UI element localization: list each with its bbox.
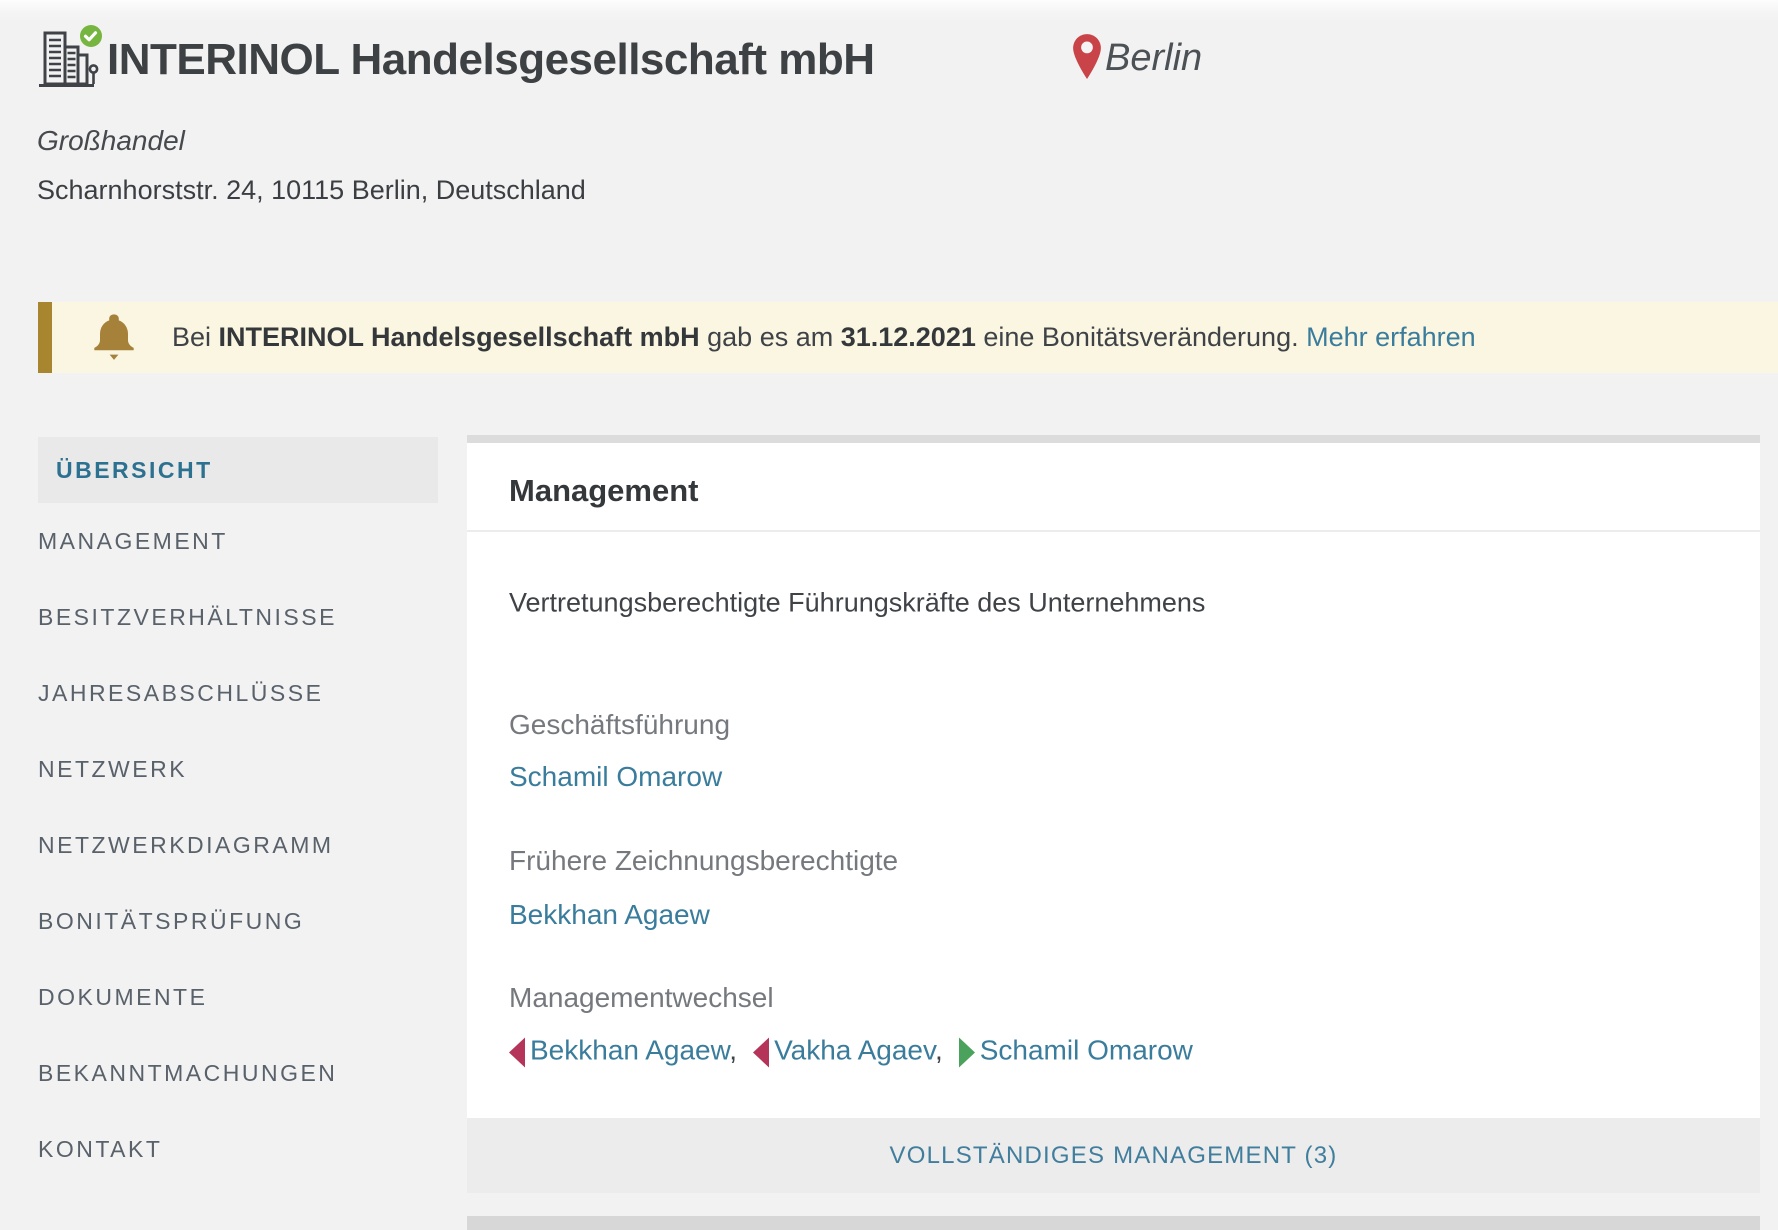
company-address: Scharnhorststr. 24, 10115 Berlin, Deutsc… [37, 170, 586, 210]
management-change-row: Bekkhan Agaew,Vakha Agaev,Schamil Omarow [509, 1035, 1193, 1068]
person-link[interactable]: Bekkhan Agaew [530, 1035, 729, 1066]
left-arrow-out-icon [753, 1038, 769, 1068]
location-link[interactable]: Berlin [1105, 30, 1202, 86]
sidebar-item-jahresabschlüsse[interactable]: JAHRESABSCHLÜSSE [38, 655, 438, 731]
company-location: Berlin [1072, 30, 1202, 86]
management-intro: Vertretungsberechtigte Führungskräfte de… [509, 588, 1205, 619]
map-pin-icon [1072, 33, 1102, 80]
building-with-check-icon [36, 24, 104, 92]
separator-comma: , [729, 1035, 737, 1066]
left-arrow-out-icon [509, 1038, 525, 1068]
sidebar-item-besitzverhältnisse[interactable]: BESITZVERHÄLTNISSE [38, 579, 438, 655]
bell-icon [93, 312, 135, 364]
alert-date: 31.12.2021 [841, 322, 976, 352]
sidebar-item-netzwerkdiagramm[interactable]: NETZWERKDIAGRAMM [38, 807, 438, 883]
alert-company-name: INTERINOL Handelsgesellschaft mbH [219, 322, 700, 352]
top-fade-strip [0, 0, 1778, 22]
card-header: Management [467, 443, 1760, 532]
person-link[interactable]: Vakha Agaev [774, 1035, 935, 1066]
alert-text-middle: gab es am [700, 322, 841, 352]
right-arrow-in-icon [959, 1038, 975, 1068]
company-industry: Großhandel [37, 121, 185, 161]
separator-comma: , [935, 1035, 943, 1066]
sidebar-item-dokumente[interactable]: DOKUMENTE [38, 959, 438, 1035]
person-link[interactable]: Schamil Omarow [980, 1035, 1193, 1066]
section-heading-geschaeftsfuehrung: Geschäftsführung [509, 709, 730, 741]
person-link[interactable]: Schamil Omarow [509, 761, 722, 793]
sidebar-item-netzwerk[interactable]: NETZWERK [38, 731, 438, 807]
sidebar-item-bekanntmachungen[interactable]: BEKANNTMACHUNGEN [38, 1035, 438, 1111]
full-management-button[interactable]: VOLLSTÄNDIGES MANAGEMENT (3) [467, 1118, 1760, 1193]
management-card: Management Vertretungsberechtigte Führun… [467, 435, 1760, 1193]
sidebar-nav: ÜBERSICHTMANAGEMENTBESITZVERHÄLTNISSEJAH… [38, 437, 438, 1187]
alert-text: Bei INTERINOL Handelsgesellschaft mbH ga… [172, 322, 1476, 353]
person-link[interactable]: Bekkhan Agaew [509, 899, 710, 931]
section-heading-fruehere-zeichnungsberechtigte: Frühere Zeichnungsberechtigte [509, 845, 898, 877]
card-title: Management [509, 473, 698, 509]
sidebar-item-management[interactable]: MANAGEMENT [38, 503, 438, 579]
credit-change-alert-banner: Bei INTERINOL Handelsgesellschaft mbH ga… [38, 302, 1778, 373]
next-section-strip [467, 1216, 1760, 1230]
sidebar-item-übersicht[interactable]: ÜBERSICHT [38, 437, 438, 503]
alert-text-suffix: eine Bonitätsveränderung. [976, 322, 1306, 352]
learn-more-link[interactable]: Mehr erfahren [1306, 322, 1476, 352]
sidebar-item-kontakt[interactable]: KONTAKT [38, 1111, 438, 1187]
card-top-strip [467, 435, 1760, 443]
page-title: INTERINOL Handelsgesellschaft mbH [107, 27, 875, 93]
section-heading-managementwechsel: Managementwechsel [509, 982, 774, 1014]
alert-text-prefix: Bei [172, 322, 219, 352]
sidebar-item-bonitätsprüfung[interactable]: BONITÄTSPRÜFUNG [38, 883, 438, 959]
